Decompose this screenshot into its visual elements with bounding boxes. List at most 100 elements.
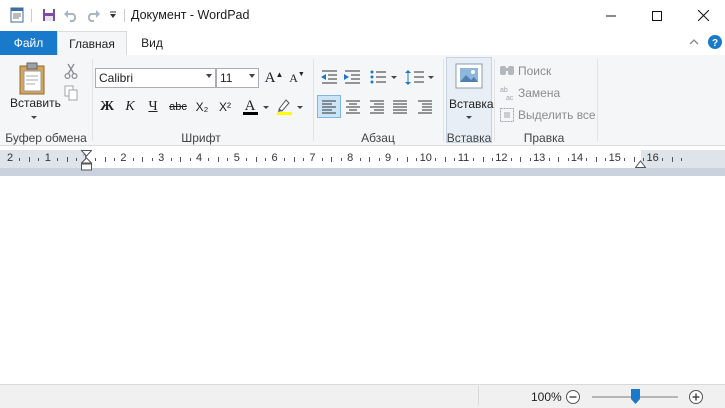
italic-button[interactable]: К xyxy=(119,96,141,118)
window-title: Документ - WordPad xyxy=(131,8,250,22)
paste-button[interactable]: Вставить xyxy=(10,96,61,110)
ruler-tick xyxy=(520,157,522,162)
divider xyxy=(31,9,32,22)
minimize-button[interactable] xyxy=(588,0,634,31)
insert-dropdown-icon[interactable] xyxy=(466,116,472,119)
paste-icon[interactable] xyxy=(17,62,51,96)
ruler-tick xyxy=(454,158,456,161)
grow-font-label: A xyxy=(264,69,276,86)
ruler-label: 9 xyxy=(384,152,392,164)
paragraph-settings-icon[interactable] xyxy=(414,96,436,117)
line-spacing-button[interactable] xyxy=(404,68,436,88)
ruler-tick xyxy=(180,157,182,162)
font-color-button[interactable]: A xyxy=(240,96,272,118)
tab-view[interactable]: Вид xyxy=(130,31,174,55)
ruler-tick xyxy=(28,157,30,162)
bold-button[interactable]: Ж xyxy=(96,96,118,118)
close-button[interactable] xyxy=(680,0,725,31)
font-name-combo[interactable]: Calibri xyxy=(95,68,216,88)
redo-icon[interactable] xyxy=(84,6,102,24)
ruler-label: 15 xyxy=(608,152,621,164)
ruler-tick xyxy=(293,157,295,162)
tab-file[interactable]: Файл xyxy=(0,31,57,55)
indent-marker[interactable] xyxy=(80,150,93,174)
ruler-tick xyxy=(19,158,21,161)
ruler-label: 8 xyxy=(347,152,354,164)
group-label-font: Шрифт xyxy=(181,131,221,145)
ruler-tick xyxy=(265,158,267,161)
ruler-label: 3 xyxy=(158,152,165,164)
ruler-border xyxy=(0,168,725,176)
chevron-down-icon xyxy=(249,74,255,78)
wordpad-app-icon[interactable] xyxy=(8,6,26,24)
align-right-button[interactable] xyxy=(366,96,388,117)
subscript-button[interactable]: X₂ xyxy=(191,96,213,118)
caret-down-icon: ▼ xyxy=(297,70,305,78)
paste-dropdown-icon[interactable] xyxy=(31,116,37,119)
group-label-clipboard: Буфер обмена xyxy=(5,131,87,145)
ruler-tick xyxy=(113,158,115,161)
ruler-label: 12 xyxy=(495,152,508,164)
ruler-tick xyxy=(246,158,248,161)
chevron-down-icon xyxy=(206,74,212,78)
ruler-tick xyxy=(662,158,664,161)
grow-font-button[interactable]: A ▲ xyxy=(263,67,285,89)
font-size-value: 11 xyxy=(220,71,233,85)
divider xyxy=(124,9,125,22)
strikethrough-button[interactable]: abc xyxy=(167,96,189,118)
copy-icon[interactable] xyxy=(60,82,82,104)
ruler-tick xyxy=(208,158,210,161)
ruler-tick xyxy=(671,157,673,162)
ruler-tick xyxy=(491,158,493,161)
bullets-button[interactable] xyxy=(367,68,399,88)
ruler-tick xyxy=(435,158,437,161)
find-button[interactable]: Поиск xyxy=(518,64,551,78)
ruler-tick xyxy=(321,158,323,161)
justify-button[interactable] xyxy=(389,96,411,117)
ruler-tick xyxy=(567,158,569,161)
superscript-button[interactable]: X² xyxy=(214,96,236,118)
ruler-tick xyxy=(104,157,106,162)
group-label-insert: Вставка xyxy=(446,131,492,145)
ruler-tick xyxy=(595,157,597,162)
highlight-button[interactable] xyxy=(274,96,306,118)
collapse-ribbon-icon[interactable] xyxy=(688,36,700,48)
right-indent-marker[interactable] xyxy=(634,157,647,168)
underline-button[interactable]: Ч xyxy=(142,96,164,118)
document-area[interactable] xyxy=(0,176,725,383)
increase-indent-icon[interactable] xyxy=(341,68,363,88)
cut-icon[interactable] xyxy=(60,60,82,82)
undo-icon[interactable] xyxy=(62,6,80,24)
ruler-tick xyxy=(416,158,418,161)
ruler-tick xyxy=(331,157,333,162)
tab-home[interactable]: Главная xyxy=(57,31,127,55)
zoom-slider-thumb[interactable] xyxy=(631,389,640,404)
svg-text:A: A xyxy=(245,98,256,114)
replace-button[interactable]: Замена xyxy=(518,86,560,100)
ruler-tick xyxy=(586,158,588,161)
ruler-tick xyxy=(227,158,229,161)
ruler-tick xyxy=(189,158,191,161)
select-all-button[interactable]: Выделить все xyxy=(518,108,596,122)
svg-text:ab: ab xyxy=(500,87,508,94)
ruler-tick xyxy=(76,158,78,161)
zoom-out-button[interactable] xyxy=(565,389,581,405)
shrink-font-button[interactable]: A ▼ xyxy=(286,67,308,89)
insert-label: Вставка xyxy=(449,97,494,111)
align-left-button[interactable] xyxy=(317,95,341,118)
ruler-label: 7 xyxy=(309,152,316,164)
ruler-label: 14 xyxy=(570,152,584,164)
customize-icon[interactable] xyxy=(104,6,122,24)
maximize-button[interactable] xyxy=(634,0,680,31)
decrease-indent-icon[interactable] xyxy=(318,68,340,88)
align-center-button[interactable] xyxy=(342,96,364,117)
ruler-tick xyxy=(482,157,484,162)
font-size-combo[interactable]: 11 xyxy=(216,68,259,88)
svg-text:ac: ac xyxy=(506,95,514,101)
help-icon[interactable]: ? xyxy=(708,35,722,49)
save-icon[interactable] xyxy=(40,6,58,24)
ruler-tick xyxy=(255,157,257,162)
replace-icon: ab ac xyxy=(499,85,515,102)
zoom-in-button[interactable] xyxy=(688,389,704,405)
group-separator xyxy=(494,59,495,141)
